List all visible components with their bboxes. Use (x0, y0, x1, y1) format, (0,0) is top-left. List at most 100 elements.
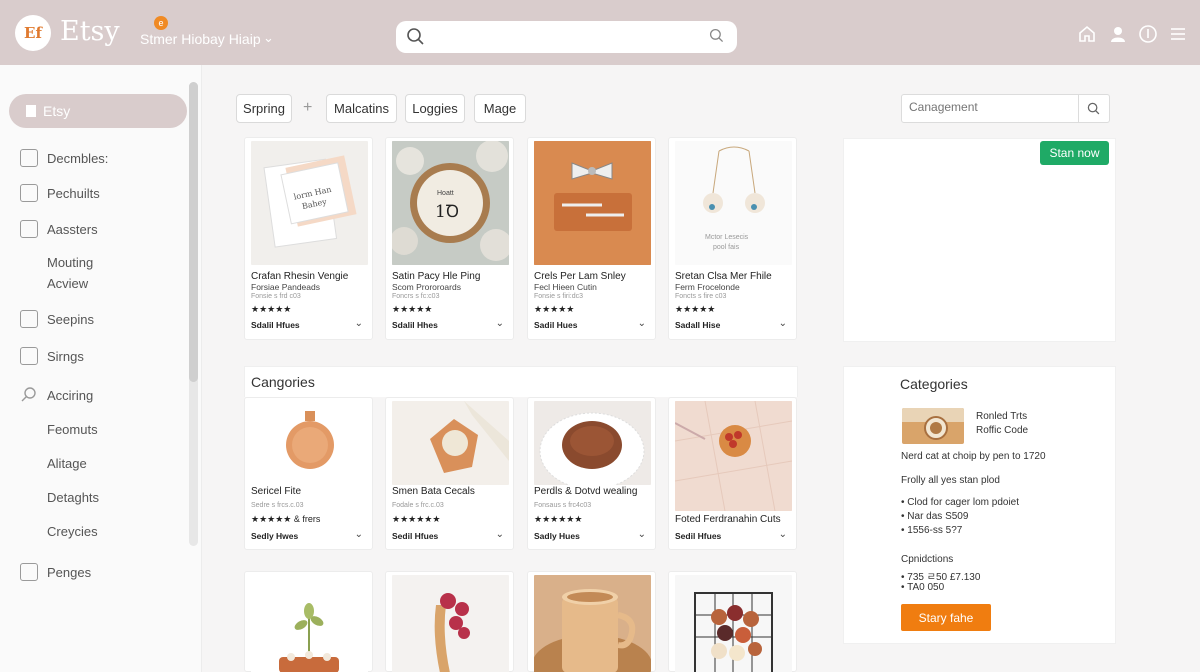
product-image[interactable]: lorm Han Bahey (251, 141, 368, 265)
category-search (901, 94, 1110, 123)
chevron-down-icon[interactable]: ⌄ (496, 529, 504, 540)
product-image[interactable] (675, 401, 792, 511)
category-thumbnail[interactable] (902, 408, 964, 444)
sidebar-item-sirngs[interactable]: Sirngs (20, 347, 84, 365)
category-search-button[interactable] (1078, 95, 1109, 122)
search-icon[interactable] (709, 28, 725, 44)
shop-selector-label[interactable]: Stmer Hiobay Hiaip (140, 31, 261, 47)
sidebar-item-mouting[interactable]: Mouting (47, 255, 93, 270)
menu-icon[interactable] (1168, 24, 1188, 44)
product-image[interactable] (392, 575, 509, 672)
search-icon (407, 28, 424, 45)
product-rating: ★★★★★ (251, 304, 292, 314)
product-image[interactable] (675, 575, 792, 672)
sidebar-item-label: Seepins (47, 311, 94, 327)
chevron-down-icon[interactable]: ⌄ (779, 529, 787, 540)
start-now-button[interactable]: Stan now (1040, 141, 1109, 165)
product-option-label: Sedly Hwes (251, 531, 299, 541)
sidebar-item-seepins[interactable]: Seepins (20, 310, 94, 328)
apply-button[interactable]: Stary fahe (901, 604, 991, 631)
sidebar-item-acview[interactable]: Acview (47, 276, 88, 291)
category-bullet: • Clod for cager lom pdoiet (901, 497, 1020, 508)
product-image[interactable] (392, 401, 509, 485)
product-title[interactable]: Sretan Clsa Mer Fhile (675, 271, 772, 282)
product-card[interactable]: lorm Han Bahey Crafan Rhesin Vengie Forsi… (244, 137, 373, 340)
product-card[interactable]: Crels Per Lam Snley Fecl Hieen Cutin Fon… (527, 137, 656, 340)
product-card[interactable]: Perdls & Dotvd wealing Fonsaus s frc4c03… (527, 397, 656, 550)
sidebar-item-aassters[interactable]: Aassters (20, 220, 98, 238)
home-icon[interactable] (1077, 24, 1097, 44)
categories-panel-title: Categories (900, 376, 968, 392)
sidebar-item-penges[interactable]: Penges (20, 563, 91, 581)
product-image[interactable] (534, 401, 651, 485)
sidebar-item-pechuilts[interactable]: Pechuilts (20, 184, 100, 202)
product-title[interactable]: Smen Bata Cecals (392, 486, 475, 497)
category-search-input[interactable] (909, 100, 1074, 114)
search-icon (1087, 102, 1100, 114)
sidebar-scrollbar-thumb[interactable] (189, 82, 198, 382)
product-card[interactable] (385, 571, 514, 672)
sidebar-item-decmbles[interactable]: Decmbles: (20, 149, 108, 167)
sidebar-item-etsy[interactable]: Etsy (9, 94, 187, 128)
sidebar-item-label: Etsy (43, 103, 71, 119)
chevron-down-icon[interactable]: ⌄ (355, 529, 363, 540)
filter-chip-mage[interactable]: Mage (474, 94, 526, 123)
product-title[interactable]: Foted Ferdranahin Cuts (675, 514, 781, 525)
product-title[interactable]: Sericel Fite (251, 486, 301, 497)
add-filter-icon[interactable]: + (303, 99, 312, 117)
chevron-down-icon[interactable]: ⌄ (496, 318, 504, 329)
product-card[interactable] (244, 571, 373, 672)
filter-chip-loggies[interactable]: Loggies (405, 94, 465, 123)
product-card[interactable] (527, 571, 656, 672)
sidebar-item-feomuts[interactable]: Feomuts (47, 422, 98, 437)
product-rating: ★★★★★ (534, 304, 575, 314)
filter-chip-srpring[interactable]: Srpring (236, 94, 292, 123)
product-image[interactable] (251, 575, 368, 672)
sidebar-item-alitage[interactable]: Alitage (47, 456, 87, 471)
logo-text[interactable]: Etsy (60, 16, 120, 47)
sidebar-item-acciring[interactable]: Acciring (20, 386, 93, 404)
product-card[interactable] (668, 571, 797, 672)
product-title[interactable]: Satin Pacy Hle Ping (392, 271, 480, 282)
chevron-down-icon[interactable]: ⌄ (355, 318, 363, 329)
product-card[interactable]: Mctor Lesecis pool fais Sretan Clsa Mer F… (668, 137, 797, 340)
product-image[interactable]: Mctor Lesecis pool fais (675, 141, 792, 265)
chevron-down-icon[interactable]: ⌄ (638, 318, 646, 329)
category-name[interactable]: Ronled Trts (976, 411, 1027, 422)
svg-text:Mctor Lesecis: Mctor Lesecis (705, 234, 749, 241)
product-option-label: Sadly Hues (534, 531, 580, 541)
chevron-down-icon[interactable]: ⌄ (779, 318, 787, 329)
product-image[interactable] (534, 141, 651, 265)
filter-chip-malcatins[interactable]: Malcatins (326, 94, 397, 123)
product-card[interactable]: Sericel Fite Sedre s frcs.c.03 ★★★★★ & f… (244, 397, 373, 550)
product-card[interactable]: Hoatt 1Ꝺ Satin Pacy Hle Ping Scom Prororo… (385, 137, 514, 340)
svg-text:1Ꝺ: 1Ꝺ (435, 202, 459, 222)
product-title[interactable]: Crafan Rhesin Vengie (251, 271, 348, 282)
product-meta: Fonsie s firi:dc3 (534, 293, 584, 300)
chevron-down-icon[interactable]: ⌄ (263, 30, 274, 46)
product-rating: ★★★★★ & frers (251, 514, 321, 524)
sidebar-item-creycies[interactable]: Creycies (47, 524, 98, 539)
sidebar-item-label: Penges (47, 564, 92, 580)
product-meta: Sedre s frcs.c.03 (251, 502, 304, 509)
search-input[interactable] (396, 21, 737, 53)
svg-text:Hoatt: Hoatt (437, 190, 454, 197)
product-image[interactable]: Hoatt 1Ꝺ (392, 141, 509, 265)
product-card[interactable]: Foted Ferdranahin Cuts Sedil Hfues ⌄ (668, 397, 797, 550)
product-rating: ★★★★★ (675, 304, 716, 314)
product-card[interactable]: Smen Bata Cecals Fodale s frc.c.03 ★★★★★… (385, 397, 514, 550)
section-title: Cangories (251, 374, 315, 390)
product-title[interactable]: Crels Per Lam Snley (534, 271, 626, 282)
user-icon[interactable] (1108, 24, 1128, 44)
chevron-down-icon[interactable]: ⌄ (638, 529, 646, 540)
sidebar-item-detaghts[interactable]: Detaghts (47, 490, 99, 505)
category-bullet: • Nar das S509 (901, 511, 969, 522)
logo-badge[interactable]: Ef (15, 15, 51, 51)
product-subtitle: Fecl Hieen Cutin (534, 282, 597, 292)
condition-code: • 735 ㄹ50 £7.130 (901, 572, 981, 583)
product-image[interactable] (534, 575, 651, 672)
product-title[interactable]: Perdls & Dotvd wealing (534, 486, 637, 497)
account-badge-icon[interactable] (1138, 24, 1158, 44)
sidebar-item-label: Sirngs (47, 348, 84, 364)
product-image[interactable] (251, 401, 368, 485)
